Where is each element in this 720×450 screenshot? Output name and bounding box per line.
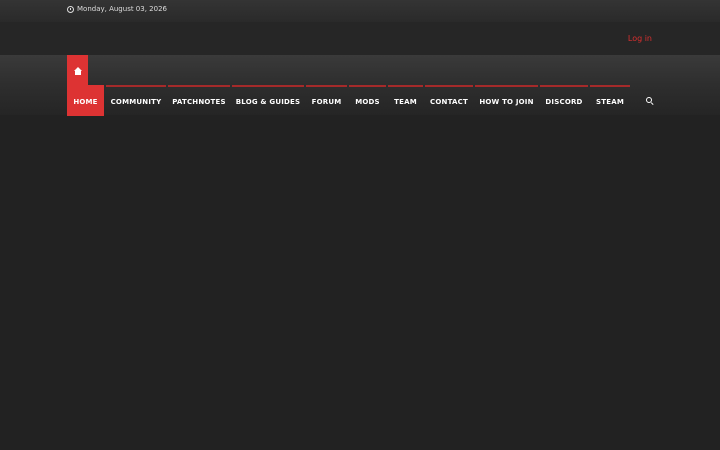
login-link[interactable]: Log in <box>628 34 652 43</box>
nav-item-forum[interactable]: FORUM <box>306 85 347 116</box>
header-bar: Log in <box>0 22 720 55</box>
nav-item-team[interactable]: TEAM <box>388 85 423 116</box>
clock-icon <box>67 5 74 13</box>
house-icon <box>73 66 82 75</box>
date-display: Monday, August 03, 2026 <box>67 5 167 13</box>
main-navigation: HOME COMMUNITY PATCHNOTES BLOG & GUIDES … <box>0 55 720 116</box>
top-bar: Monday, August 03, 2026 <box>0 0 720 22</box>
nav-item-home[interactable]: HOME <box>67 85 104 116</box>
nav-item-mods[interactable]: MODS <box>349 85 386 116</box>
nav-item-discord[interactable]: DISCORD <box>540 85 588 116</box>
nav-item-community[interactable]: COMMUNITY <box>106 85 166 116</box>
nav-item-patchnotes[interactable]: PATCHNOTES <box>168 85 230 116</box>
nav-item-contact[interactable]: CONTACT <box>425 85 473 116</box>
nav-item-blog-guides[interactable]: BLOG & GUIDES <box>232 85 304 116</box>
nav-menu: HOME COMMUNITY PATCHNOTES BLOG & GUIDES … <box>67 85 632 116</box>
home-icon-button[interactable] <box>67 55 88 86</box>
nav-item-how-to-join[interactable]: HOW TO JOIN <box>475 85 538 116</box>
date-text: Monday, August 03, 2026 <box>77 5 167 13</box>
search-icon[interactable] <box>646 97 654 106</box>
nav-item-steam[interactable]: STEAM <box>590 85 630 116</box>
